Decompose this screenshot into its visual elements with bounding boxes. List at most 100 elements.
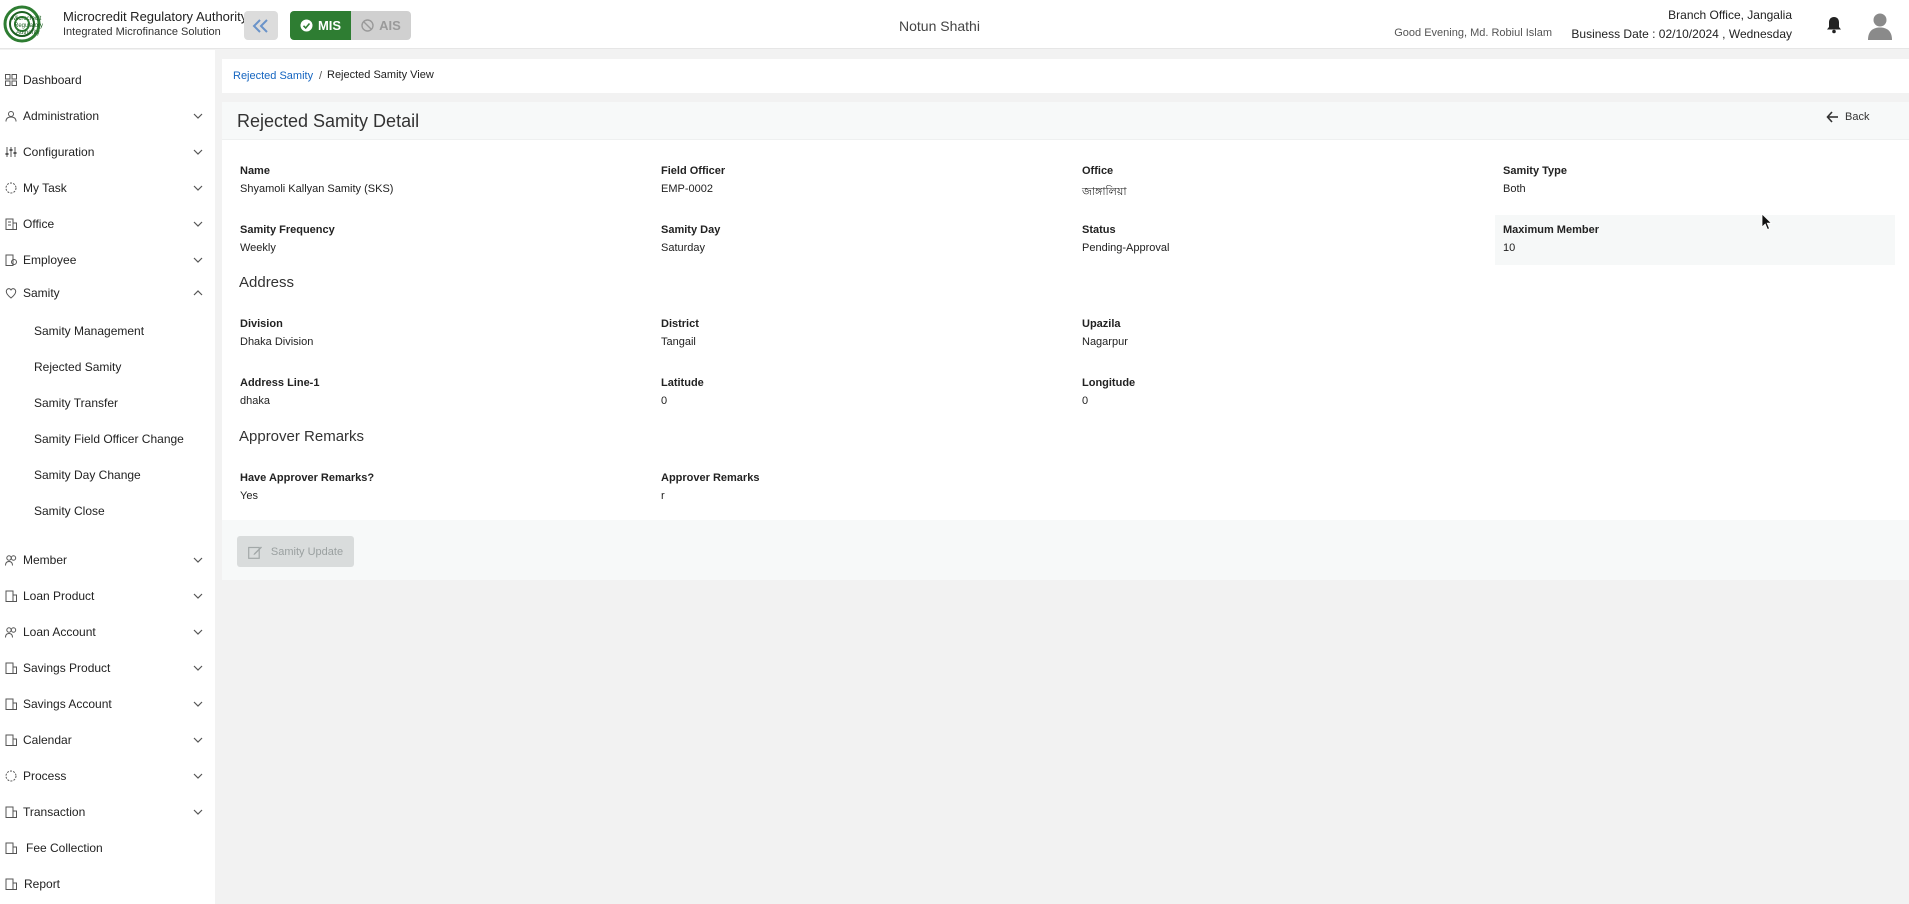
logo-text-line-1: Microcredit [12, 16, 42, 22]
arrow-left-icon [1826, 111, 1838, 123]
ban-icon [361, 19, 374, 32]
chevron-down-icon [193, 221, 203, 227]
sidebar-item-loan-product[interactable]: Loan Product [0, 581, 215, 611]
status-label: Status [1082, 224, 1116, 236]
sidebar-label-samity: Samity [23, 286, 60, 300]
sidebar-item-calendar[interactable]: Calendar [0, 725, 215, 755]
breadcrumb-separator: / [319, 70, 323, 82]
office-icon [5, 218, 17, 230]
branch-office: Branch Office, Jangalia [1668, 8, 1792, 22]
sidebar-item-samity[interactable]: Samity [0, 278, 215, 308]
breadcrumb-link-rejected-samity[interactable]: Rejected Samity [233, 70, 313, 82]
configuration-icon [5, 147, 17, 157]
logo-text-line-3: Authority [16, 30, 40, 36]
chevron-down-icon [193, 737, 203, 743]
chevron-down-icon [193, 257, 203, 263]
sidebar-label-process: Process [23, 769, 67, 783]
samity-frequency-label: Samity Frequency [240, 224, 335, 236]
sidebar-sub-samity-close[interactable]: Samity Close [34, 504, 105, 518]
chevron-down-icon [193, 557, 203, 563]
edit-icon [248, 546, 262, 559]
samity-day-label: Samity Day [661, 224, 721, 236]
user-greeting: Good Evening, Md. Robiul Islam [1394, 27, 1552, 39]
maximum-member-value: 10 [1503, 242, 1516, 254]
breadcrumb-current: Rejected Samity View [327, 69, 434, 81]
top-header: Microcredit Regulatory Authority Microcr… [0, 0, 1909, 49]
mis-module-button[interactable]: MIS [290, 11, 351, 40]
longitude-value: 0 [1082, 395, 1089, 407]
sidebar-item-dashboard[interactable]: Dashboard [0, 65, 215, 95]
sidebar-item-administration[interactable]: Administration [0, 101, 215, 131]
back-label: Back [1845, 111, 1870, 123]
sidebar-label-office: Office [23, 217, 55, 231]
sidebar-collapse-button[interactable] [244, 11, 278, 40]
sidebar-sub-rejected-samity[interactable]: Rejected Samity [34, 360, 121, 374]
sidebar-label-transaction: Transaction [23, 805, 86, 819]
user-avatar-icon[interactable] [1867, 12, 1893, 40]
task-icon [5, 182, 17, 194]
org-subtitle: Integrated Microfinance Solution [63, 26, 221, 38]
mis-label: MIS [317, 18, 342, 33]
process-icon [5, 770, 17, 782]
have-remarks-label: Have Approver Remarks? [240, 472, 375, 484]
office-label: Office [1082, 165, 1114, 177]
app-name: Notun Shathi [899, 18, 980, 34]
sidebar-label-calendar: Calendar [23, 733, 72, 747]
sidebar-sub-samity-management[interactable]: Samity Management [34, 324, 144, 338]
member-icon [5, 555, 17, 566]
sidebar-item-configuration[interactable]: Configuration [0, 137, 215, 167]
sidebar-item-savings-product[interactable]: Savings Product [0, 653, 215, 683]
sidebar-sub-samity-field-officer-change[interactable]: Samity Field Officer Change [34, 432, 184, 446]
chevron-down-icon [193, 629, 203, 635]
chevron-down-icon [193, 185, 203, 191]
sidebar-label-report: Report [24, 877, 61, 891]
detail-card: Rejected Samity Detail Back Name Shyamol… [222, 102, 1909, 580]
field-officer-value: EMP-0002 [661, 183, 713, 195]
notification-bell-icon[interactable] [1826, 16, 1842, 34]
sidebar-item-member[interactable]: Member [0, 545, 215, 575]
samity-update-button[interactable]: Samity Update [237, 536, 354, 567]
check-circle-icon [300, 19, 313, 32]
page-title: Rejected Samity Detail [237, 111, 420, 131]
approver-remarks-label: Approver Remarks [661, 472, 760, 484]
chevron-down-icon [193, 593, 203, 599]
sidebar-item-loan-account[interactable]: Loan Account [0, 617, 215, 647]
sidebar-label-loan-account: Loan Account [23, 625, 96, 639]
ais-module-button[interactable]: AIS [351, 11, 411, 40]
sidebar-sub-samity-transfer[interactable]: Samity Transfer [34, 396, 118, 410]
back-button[interactable]: Back [1826, 111, 1869, 123]
sidebar-item-savings-account[interactable]: Savings Account [0, 689, 215, 719]
approver-remarks-value: r [661, 490, 665, 502]
sidebar-label-my-task: My Task [23, 181, 67, 195]
samity-day-value: Saturday [661, 242, 706, 254]
sidebar-item-my-task[interactable]: My Task [0, 173, 215, 203]
sidebar-item-employee[interactable]: Employee [0, 245, 215, 275]
chevron-down-icon [193, 773, 203, 779]
highlighted-cell [1495, 215, 1895, 265]
dashboard-icon [5, 74, 17, 86]
mouse-cursor-icon [1761, 213, 1773, 231]
address-section-title: Address [239, 274, 295, 291]
mra-logo-icon: Microcredit Regulatory Authority [3, 5, 43, 43]
chevron-down-icon [193, 809, 203, 815]
sidebar-label-savings-product: Savings Product [23, 661, 111, 675]
chevron-down-icon [193, 665, 203, 671]
sidebar-item-fee-collection[interactable]: Fee Collection [0, 833, 215, 863]
sidebar-label-employee: Employee [23, 253, 77, 267]
name-value: Shyamoli Kallyan Samity (SKS) [240, 183, 394, 195]
transaction-icon [5, 806, 17, 818]
employee-icon [5, 254, 17, 266]
org-name: Microcredit Regulatory Authority [63, 9, 248, 24]
samity-frequency-value: Weekly [240, 242, 276, 254]
calendar-icon [5, 734, 17, 746]
sidebar-item-report[interactable]: Report [0, 869, 215, 899]
district-label: District [661, 318, 699, 330]
sidebar-item-process[interactable]: Process [0, 761, 215, 791]
division-value: Dhaka Division [240, 336, 314, 348]
address-line1-label: Address Line-1 [240, 377, 320, 389]
sidebar-item-office[interactable]: Office [0, 209, 215, 239]
name-label: Name [240, 165, 270, 177]
sidebar-sub-samity-day-change[interactable]: Samity Day Change [34, 468, 141, 482]
office-value: জাঙ্গালিয়া [1082, 186, 1127, 198]
sidebar-item-transaction[interactable]: Transaction [0, 797, 215, 827]
